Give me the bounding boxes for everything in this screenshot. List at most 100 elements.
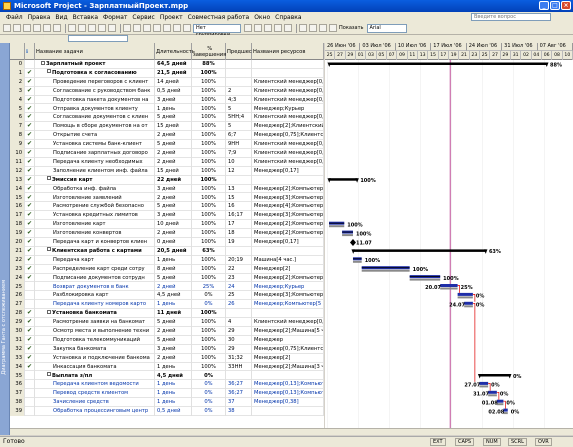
task-row[interactable]: 7 ✔ Помощь в сборе документов на от 15 дней…	[10, 122, 324, 132]
task-duration[interactable]: 14 дней	[155, 77, 192, 87]
task-resources[interactable]: Менеджер[2];Машина[3 ч	[252, 362, 324, 372]
task-predecessors[interactable]: 10	[226, 157, 252, 167]
zoom-out-icon[interactable]	[254, 24, 262, 32]
task-duration[interactable]: 20,5 дней	[155, 246, 192, 256]
task-predecessors[interactable]	[226, 371, 252, 381]
row-id[interactable]: 24	[10, 273, 25, 283]
task-info-icon[interactable]	[163, 24, 171, 32]
collapse-icon[interactable]	[47, 309, 51, 314]
task-resources[interactable]: Менеджер[0,17]	[252, 238, 324, 247]
task-resources[interactable]	[252, 309, 324, 319]
assign-icon[interactable]	[183, 24, 191, 32]
task-name[interactable]: Распределение карт среди сотру	[35, 264, 155, 274]
task-predecessors[interactable]: 26	[226, 300, 252, 310]
task-row[interactable]: 39 Обработка процессинговым центр 0,5 дней…	[10, 407, 324, 417]
task-percent[interactable]: 100%	[192, 335, 226, 345]
notes-icon[interactable]	[173, 24, 181, 32]
task-row[interactable]: 5 ✔ Отправка документов клиенту 1 день 100% 5…	[10, 104, 324, 114]
task-duration[interactable]: 2 дней	[155, 193, 192, 203]
row-id[interactable]: 27	[10, 300, 25, 310]
menu-tools[interactable]: Сервис	[132, 14, 154, 21]
task-name[interactable]: Изготовление карт	[35, 220, 155, 230]
task-percent[interactable]: 100%	[192, 95, 226, 105]
row-id[interactable]: 33	[10, 353, 25, 363]
task-name[interactable]: Обработка процессинговым центр	[35, 407, 155, 417]
task-name[interactable]: Зарплатный проект	[35, 60, 155, 69]
task-predecessors[interactable]: 2	[226, 86, 252, 96]
menu-format[interactable]: Формат	[103, 14, 127, 21]
task-name[interactable]: Инкассация банкомата	[35, 362, 155, 372]
task-duration[interactable]: 0 дней	[155, 238, 192, 247]
task-percent[interactable]: 88%	[192, 60, 226, 69]
task-name[interactable]: Разблокировка карт	[35, 291, 155, 301]
task-resources[interactable]: Клиентский менеджер[0,5]	[252, 77, 324, 87]
menu-insert[interactable]: Вставка	[73, 14, 98, 21]
task-row[interactable]: 4 ✔ Подготовка пакета документов на 3 дней 1…	[10, 95, 324, 105]
task-resources[interactable]: Клиентский менеджер[0,5]	[252, 113, 324, 123]
task-resources[interactable]	[252, 407, 324, 417]
task-resources[interactable]: Менеджер[4];Компьютер[	[252, 202, 324, 212]
task-percent[interactable]: 100%	[192, 273, 226, 283]
task-resources[interactable]: Менеджер;Курьер	[252, 104, 324, 114]
task-resources[interactable]: Менеджер[2]	[252, 353, 324, 363]
row-id[interactable]: 38	[10, 398, 25, 408]
task-predecessors[interactable]: 24	[226, 282, 252, 292]
task-duration[interactable]: 3 дней	[155, 211, 192, 221]
task-resources[interactable]: Менеджер[0,75];Клиентск	[252, 344, 324, 354]
task-name[interactable]: Обработка инф. файла	[35, 184, 155, 194]
row-id[interactable]: 20	[10, 238, 25, 247]
row-id[interactable]: 11	[10, 157, 25, 167]
hyperlink-icon[interactable]	[123, 24, 131, 32]
entry-field[interactable]	[68, 35, 128, 42]
task-name[interactable]: Расмотрение заявки на банкомат	[35, 318, 155, 328]
goto-task-icon[interactable]	[264, 24, 272, 32]
task-predecessors[interactable]: 29	[226, 344, 252, 354]
task-predecessors[interactable]: 17	[226, 220, 252, 230]
row-id[interactable]: 9	[10, 140, 25, 150]
format-painter-icon[interactable]	[98, 24, 106, 32]
task-resources[interactable]: Клиентский менеджер[0,5]	[252, 86, 324, 96]
font-combo[interactable]: Arial	[366, 23, 407, 33]
task-name[interactable]: Открытие счета	[35, 131, 155, 141]
task-duration[interactable]: 5 дней	[155, 318, 192, 328]
task-percent[interactable]: 100%	[192, 344, 226, 354]
task-resources[interactable]: Менеджер;Компьютер[5 ч	[252, 300, 324, 310]
task-predecessors[interactable]: 4	[226, 318, 252, 328]
task-percent[interactable]: 100%	[192, 238, 226, 247]
task-row[interactable]: 20 ✔ Передача карт и конвертов клиен 0 дней…	[10, 238, 324, 247]
row-id[interactable]: 15	[10, 193, 25, 203]
row-id[interactable]: 39	[10, 407, 25, 417]
row-id[interactable]: 2	[10, 77, 25, 87]
row-id[interactable]: 22	[10, 255, 25, 265]
task-percent[interactable]: 100%	[192, 353, 226, 363]
row-id[interactable]: 36	[10, 380, 25, 390]
task-percent[interactable]: 100%	[192, 175, 226, 185]
show-subtasks-icon[interactable]	[319, 24, 327, 32]
task-name[interactable]: Передача клиентом ведомости	[35, 380, 155, 390]
task-predecessors[interactable]: 5	[226, 122, 252, 132]
task-row[interactable]: 33 ✔ Установка и подключение банкома 2 дней…	[10, 353, 324, 363]
task-row[interactable]: 22 ✔ Передача карт 1 день 100% 20;19 Машина[4 …	[10, 255, 324, 265]
task-resources[interactable]: Менеджер[0,17]	[252, 166, 324, 176]
task-resources[interactable]: Менеджер	[252, 335, 324, 345]
task-percent[interactable]: 100%	[192, 68, 226, 78]
row-id[interactable]: 28	[10, 309, 25, 319]
horizontal-scrollbar[interactable]	[10, 428, 573, 435]
column-header-duration[interactable]: Длительность	[155, 43, 195, 60]
task-name[interactable]: Расмотрение службой безопасно	[35, 202, 155, 212]
task-predecessors[interactable]: 15	[226, 193, 252, 203]
task-row[interactable]: 16 ✔ Расмотрение службой безопасно 5 дней 10…	[10, 202, 324, 212]
row-id[interactable]: 12	[10, 166, 25, 176]
task-name[interactable]: Осмотр места и выполнение техни	[35, 327, 155, 336]
task-resources[interactable]	[252, 246, 324, 256]
task-percent[interactable]: 0%	[192, 300, 226, 310]
task-resources[interactable]: Менеджер[0,13];Компьют	[252, 380, 324, 390]
task-name[interactable]: Установка системы банк-клиент	[35, 140, 155, 150]
task-predecessors[interactable]: 13	[226, 184, 252, 194]
task-row[interactable]: 6 ✔ Согласование документов с клиен 5 дней 1…	[10, 113, 324, 123]
task-percent[interactable]: 100%	[192, 264, 226, 274]
task-row[interactable]: 32 ✔ Закупка банкомата 3 дней 100% 29 Менеджер…	[10, 344, 324, 354]
task-resources[interactable]: Клиентский менеджер[0,5]	[252, 95, 324, 105]
collapse-icon[interactable]	[47, 372, 51, 376]
task-resources[interactable]: Менеджер[0,75];Клиентск	[252, 131, 324, 141]
